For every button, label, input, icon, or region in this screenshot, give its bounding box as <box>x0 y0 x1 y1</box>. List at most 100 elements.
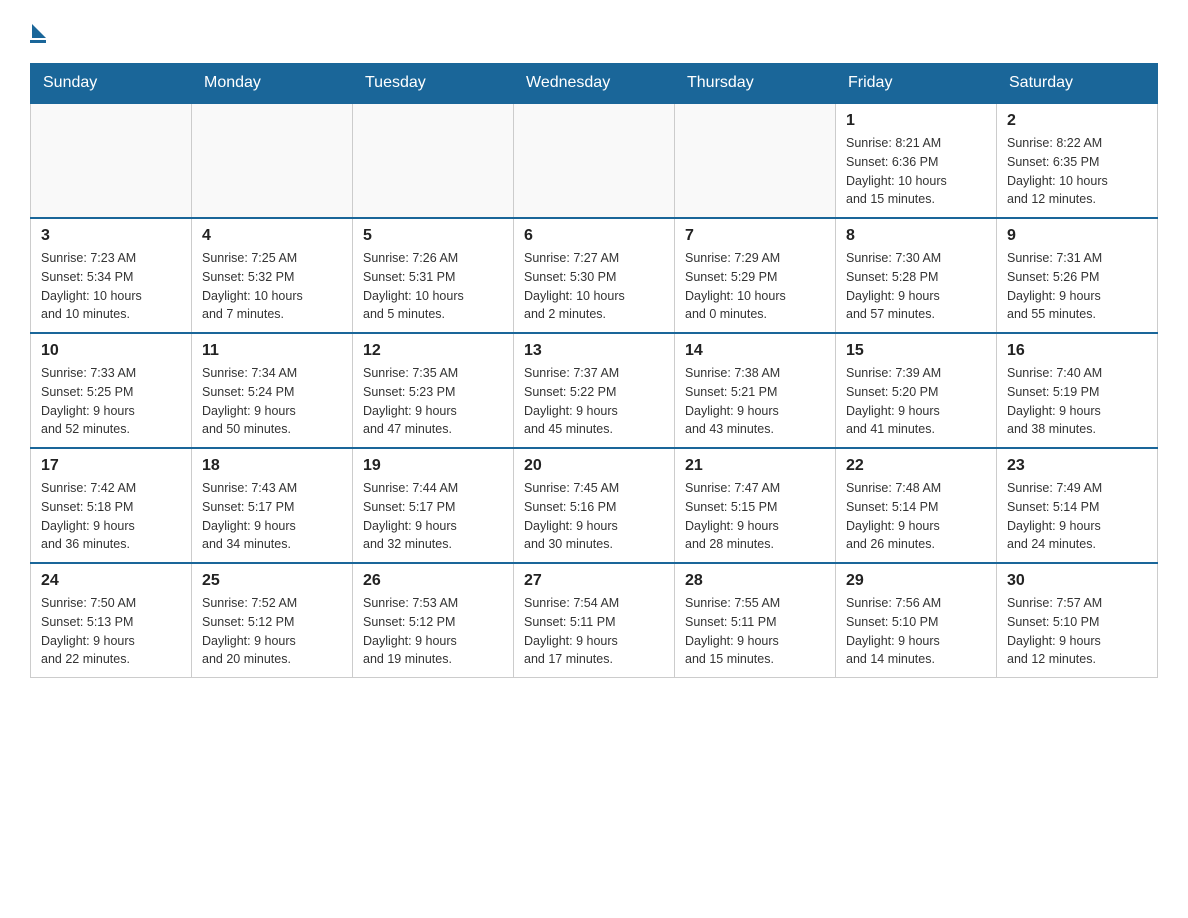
calendar-cell: 25 Sunrise: 7:52 AM Sunset: 5:12 PM Dayli… <box>192 563 353 678</box>
day-info: Sunrise: 7:53 AM Sunset: 5:12 PM Dayligh… <box>363 594 503 669</box>
day-info: Sunrise: 7:50 AM Sunset: 5:13 PM Dayligh… <box>41 594 181 669</box>
day-number: 10 <box>41 342 181 360</box>
day-info: Sunrise: 7:55 AM Sunset: 5:11 PM Dayligh… <box>685 594 825 669</box>
day-number: 2 <box>1007 112 1147 130</box>
calendar-cell: 14 Sunrise: 7:38 AM Sunset: 5:21 PM Dayli… <box>675 333 836 448</box>
day-number: 30 <box>1007 572 1147 590</box>
calendar-cell: 22 Sunrise: 7:48 AM Sunset: 5:14 PM Dayli… <box>836 448 997 563</box>
calendar-week-row: 1 Sunrise: 8:21 AM Sunset: 6:36 PM Daylig… <box>31 103 1158 218</box>
day-number: 23 <box>1007 457 1147 475</box>
day-info: Sunrise: 7:54 AM Sunset: 5:11 PM Dayligh… <box>524 594 664 669</box>
day-number: 26 <box>363 572 503 590</box>
day-number: 25 <box>202 572 342 590</box>
day-number: 9 <box>1007 227 1147 245</box>
day-number: 13 <box>524 342 664 360</box>
day-number: 27 <box>524 572 664 590</box>
calendar-cell: 10 Sunrise: 7:33 AM Sunset: 5:25 PM Dayli… <box>31 333 192 448</box>
calendar-cell <box>192 103 353 218</box>
calendar-cell: 6Sunrise: 7:27 AM Sunset: 5:30 PM Daylig… <box>514 218 675 333</box>
calendar-cell: 26 Sunrise: 7:53 AM Sunset: 5:12 PM Dayli… <box>353 563 514 678</box>
day-info: Sunrise: 7:47 AM Sunset: 5:15 PM Dayligh… <box>685 479 825 554</box>
calendar-cell: 4 Sunrise: 7:25 AM Sunset: 5:32 PM Daylig… <box>192 218 353 333</box>
day-info: Sunrise: 7:29 AM Sunset: 5:29 PM Dayligh… <box>685 249 825 324</box>
day-info: Sunrise: 7:40 AM Sunset: 5:19 PM Dayligh… <box>1007 364 1147 439</box>
calendar-week-row: 3 Sunrise: 7:23 AM Sunset: 5:34 PM Daylig… <box>31 218 1158 333</box>
day-number: 15 <box>846 342 986 360</box>
day-number: 17 <box>41 457 181 475</box>
day-info: Sunrise: 7:42 AM Sunset: 5:18 PM Dayligh… <box>41 479 181 554</box>
day-number: 20 <box>524 457 664 475</box>
weekday-header-monday: Monday <box>192 64 353 104</box>
day-info: Sunrise: 7:31 AM Sunset: 5:26 PM Dayligh… <box>1007 249 1147 324</box>
day-info: Sunrise: 7:33 AM Sunset: 5:25 PM Dayligh… <box>41 364 181 439</box>
day-info: Sunrise: 7:38 AM Sunset: 5:21 PM Dayligh… <box>685 364 825 439</box>
calendar-cell <box>31 103 192 218</box>
calendar-cell: 20 Sunrise: 7:45 AM Sunset: 5:16 PM Dayli… <box>514 448 675 563</box>
weekday-header-row: SundayMondayTuesdayWednesdayThursdayFrid… <box>31 64 1158 104</box>
day-info: Sunrise: 7:35 AM Sunset: 5:23 PM Dayligh… <box>363 364 503 439</box>
day-info: Sunrise: 7:25 AM Sunset: 5:32 PM Dayligh… <box>202 249 342 324</box>
calendar-cell: 15 Sunrise: 7:39 AM Sunset: 5:20 PM Dayli… <box>836 333 997 448</box>
calendar-cell: 9 Sunrise: 7:31 AM Sunset: 5:26 PM Daylig… <box>997 218 1158 333</box>
day-info: Sunrise: 7:49 AM Sunset: 5:14 PM Dayligh… <box>1007 479 1147 554</box>
calendar-cell: 21Sunrise: 7:47 AM Sunset: 5:15 PM Dayli… <box>675 448 836 563</box>
calendar-cell: 27 Sunrise: 7:54 AM Sunset: 5:11 PM Dayli… <box>514 563 675 678</box>
day-number: 7 <box>685 227 825 245</box>
day-number: 5 <box>363 227 503 245</box>
calendar-week-row: 24 Sunrise: 7:50 AM Sunset: 5:13 PM Dayli… <box>31 563 1158 678</box>
calendar-cell <box>675 103 836 218</box>
day-info: Sunrise: 7:44 AM Sunset: 5:17 PM Dayligh… <box>363 479 503 554</box>
calendar-cell: 5 Sunrise: 7:26 AM Sunset: 5:31 PM Daylig… <box>353 218 514 333</box>
calendar-cell: 28Sunrise: 7:55 AM Sunset: 5:11 PM Dayli… <box>675 563 836 678</box>
day-number: 8 <box>846 227 986 245</box>
day-info: Sunrise: 7:34 AM Sunset: 5:24 PM Dayligh… <box>202 364 342 439</box>
day-info: Sunrise: 7:30 AM Sunset: 5:28 PM Dayligh… <box>846 249 986 324</box>
day-info: Sunrise: 7:52 AM Sunset: 5:12 PM Dayligh… <box>202 594 342 669</box>
day-number: 22 <box>846 457 986 475</box>
weekday-header-saturday: Saturday <box>997 64 1158 104</box>
weekday-header-wednesday: Wednesday <box>514 64 675 104</box>
day-info: Sunrise: 7:48 AM Sunset: 5:14 PM Dayligh… <box>846 479 986 554</box>
calendar-cell: 8 Sunrise: 7:30 AM Sunset: 5:28 PM Daylig… <box>836 218 997 333</box>
day-info: Sunrise: 7:39 AM Sunset: 5:20 PM Dayligh… <box>846 364 986 439</box>
logo-underline <box>30 40 46 43</box>
day-number: 4 <box>202 227 342 245</box>
weekday-header-friday: Friday <box>836 64 997 104</box>
weekday-header-sunday: Sunday <box>31 64 192 104</box>
day-info: Sunrise: 7:23 AM Sunset: 5:34 PM Dayligh… <box>41 249 181 324</box>
calendar-cell: 13 Sunrise: 7:37 AM Sunset: 5:22 PM Dayli… <box>514 333 675 448</box>
day-number: 24 <box>41 572 181 590</box>
logo-triangle-icon <box>32 24 46 38</box>
calendar-cell: 18Sunrise: 7:43 AM Sunset: 5:17 PM Dayli… <box>192 448 353 563</box>
day-number: 19 <box>363 457 503 475</box>
day-info: Sunrise: 7:26 AM Sunset: 5:31 PM Dayligh… <box>363 249 503 324</box>
day-info: Sunrise: 7:45 AM Sunset: 5:16 PM Dayligh… <box>524 479 664 554</box>
day-info: Sunrise: 8:22 AM Sunset: 6:35 PM Dayligh… <box>1007 134 1147 209</box>
day-number: 14 <box>685 342 825 360</box>
calendar-cell: 30Sunrise: 7:57 AM Sunset: 5:10 PM Dayli… <box>997 563 1158 678</box>
day-number: 1 <box>846 112 986 130</box>
calendar-cell: 29 Sunrise: 7:56 AM Sunset: 5:10 PM Dayli… <box>836 563 997 678</box>
calendar-cell: 2 Sunrise: 8:22 AM Sunset: 6:35 PM Daylig… <box>997 103 1158 218</box>
page-header <box>30 20 1158 43</box>
calendar-cell: 19 Sunrise: 7:44 AM Sunset: 5:17 PM Dayli… <box>353 448 514 563</box>
calendar-cell: 7 Sunrise: 7:29 AM Sunset: 5:29 PM Daylig… <box>675 218 836 333</box>
calendar-cell: 17 Sunrise: 7:42 AM Sunset: 5:18 PM Dayli… <box>31 448 192 563</box>
weekday-header-thursday: Thursday <box>675 64 836 104</box>
day-info: Sunrise: 8:21 AM Sunset: 6:36 PM Dayligh… <box>846 134 986 209</box>
calendar-cell: 1 Sunrise: 8:21 AM Sunset: 6:36 PM Daylig… <box>836 103 997 218</box>
calendar-cell: 23 Sunrise: 7:49 AM Sunset: 5:14 PM Dayli… <box>997 448 1158 563</box>
day-number: 18 <box>202 457 342 475</box>
day-number: 29 <box>846 572 986 590</box>
calendar-week-row: 17 Sunrise: 7:42 AM Sunset: 5:18 PM Dayli… <box>31 448 1158 563</box>
calendar-cell <box>353 103 514 218</box>
day-info: Sunrise: 7:56 AM Sunset: 5:10 PM Dayligh… <box>846 594 986 669</box>
weekday-header-tuesday: Tuesday <box>353 64 514 104</box>
day-info: Sunrise: 7:37 AM Sunset: 5:22 PM Dayligh… <box>524 364 664 439</box>
calendar-cell: 11 Sunrise: 7:34 AM Sunset: 5:24 PM Dayli… <box>192 333 353 448</box>
calendar-cell <box>514 103 675 218</box>
day-number: 11 <box>202 342 342 360</box>
day-number: 3 <box>41 227 181 245</box>
day-number: 12 <box>363 342 503 360</box>
day-number: 6 <box>524 227 664 245</box>
